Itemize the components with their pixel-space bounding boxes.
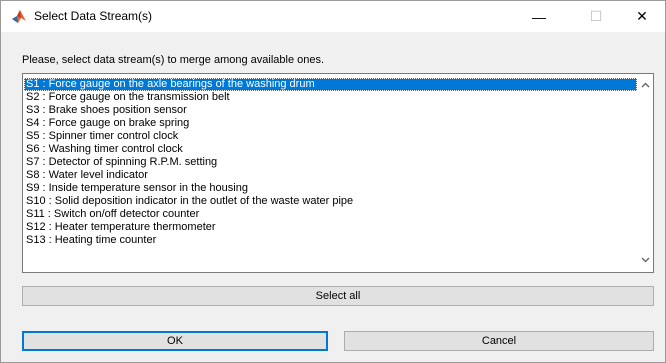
- cancel-button[interactable]: Cancel: [344, 331, 654, 351]
- list-item[interactable]: S7 : Detector of spinning R.P.M. setting: [24, 156, 637, 169]
- list-item[interactable]: S11 : Switch on/off detector counter: [24, 208, 637, 221]
- list-item[interactable]: S3 : Brake shoes position sensor: [24, 104, 637, 117]
- list-item[interactable]: S8 : Water level indicator: [24, 169, 637, 182]
- scroll-up-button[interactable]: [637, 77, 653, 93]
- list-item[interactable]: S6 : Washing timer control clock: [24, 143, 637, 156]
- list-item[interactable]: S1 : Force gauge on the axle bearings of…: [24, 78, 637, 91]
- list-item[interactable]: S2 : Force gauge on the transmission bel…: [24, 91, 637, 104]
- list-item[interactable]: S5 : Spinner timer control clock: [24, 130, 637, 143]
- list-item[interactable]: S13 : Heating time counter: [24, 234, 637, 247]
- select-data-stream-dialog: Select Data Stream(s) — ☐ ✕ Please, sele…: [0, 0, 666, 363]
- maximize-icon: ☐: [589, 8, 603, 24]
- close-icon: ✕: [636, 8, 648, 24]
- close-button[interactable]: ✕: [619, 1, 665, 32]
- minimize-button[interactable]: —: [516, 1, 562, 32]
- ok-button[interactable]: OK: [22, 331, 328, 351]
- list-item[interactable]: S9 : Inside temperature sensor in the ho…: [24, 182, 637, 195]
- list-item[interactable]: S4 : Force gauge on brake spring: [24, 117, 637, 130]
- matlab-icon: [12, 10, 26, 23]
- window-title: Select Data Stream(s): [34, 9, 153, 23]
- list-item[interactable]: S12 : Heater temperature thermometer: [24, 221, 637, 234]
- scroll-down-button[interactable]: [637, 252, 653, 268]
- minimize-icon: —: [532, 8, 546, 25]
- data-stream-listbox[interactable]: S1 : Force gauge on the axle bearings of…: [22, 73, 654, 273]
- vertical-scrollbar[interactable]: [637, 74, 653, 272]
- maximize-button[interactable]: ☐: [573, 1, 619, 32]
- chevron-up-icon: [641, 82, 649, 88]
- select-all-button[interactable]: Select all: [22, 286, 654, 306]
- instruction-text: Please, select data stream(s) to merge a…: [22, 54, 325, 66]
- chevron-down-icon: [641, 257, 649, 263]
- list-item[interactable]: S10 : Solid deposition indicator in the …: [24, 195, 637, 208]
- title-bar[interactable]: Select Data Stream(s) — ☐ ✕: [1, 1, 665, 32]
